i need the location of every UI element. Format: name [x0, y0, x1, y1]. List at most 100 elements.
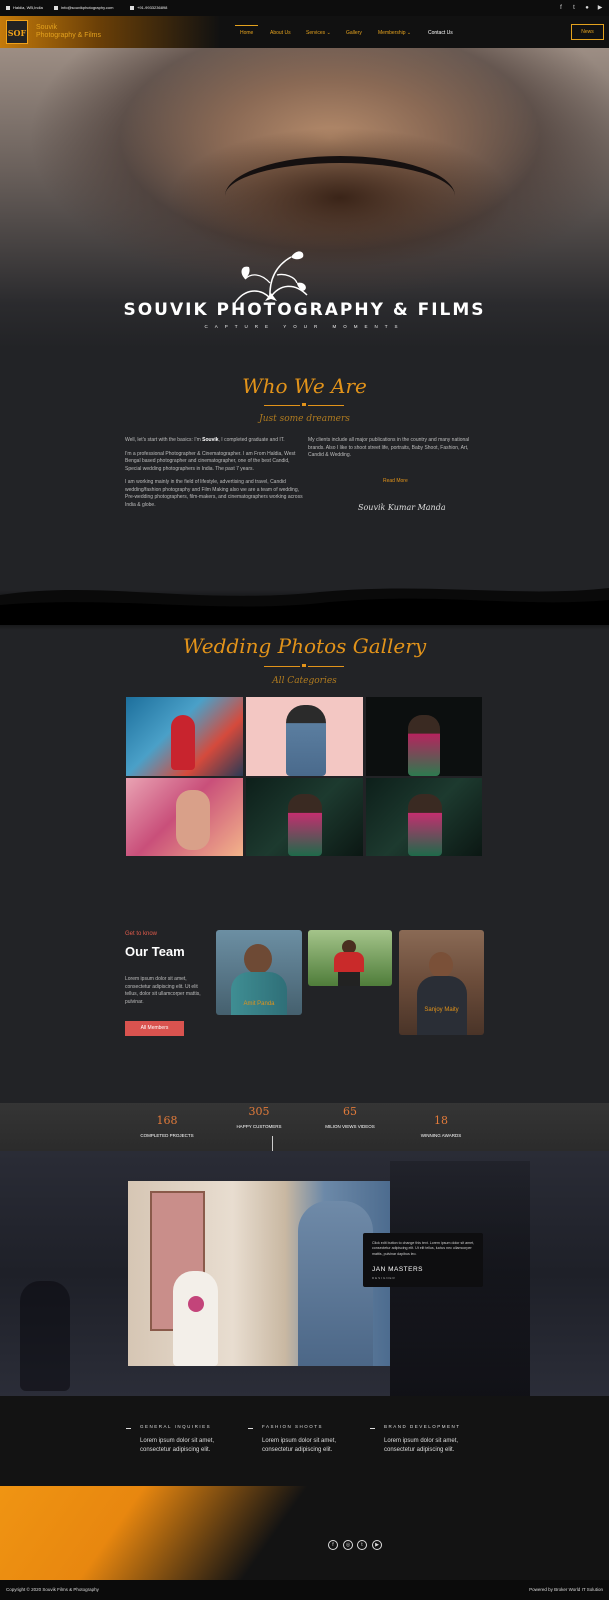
footer-heading-brand: BRAND DEVELOPMENT — [384, 1424, 461, 1429]
counter-customers-label: HAPPY CUSTOMERS — [236, 1124, 282, 1129]
team-member-card[interactable] — [308, 930, 392, 986]
gallery-photo-2[interactable] — [246, 697, 363, 776]
github-icon[interactable]: ● — [582, 3, 592, 13]
footer-dash — [370, 1428, 375, 1429]
facebook-icon[interactable]: f — [556, 3, 566, 13]
all-members-button[interactable]: All Members — [125, 1021, 184, 1036]
photo-subject — [176, 790, 210, 850]
twitter-icon[interactable]: t — [569, 3, 579, 13]
top-bar: Haldia, WB,India info@souvikphotography.… — [0, 0, 609, 16]
photo-subject — [408, 715, 440, 776]
team-member-name: Sanjoy Maity — [424, 1007, 459, 1013]
counter-projects-label: COMPLETED PROJECTS — [140, 1133, 194, 1138]
floral-emblem-icon — [234, 251, 308, 304]
gallery-photo-4[interactable] — [126, 778, 243, 856]
twitter-icon[interactable]: t — [357, 1540, 367, 1550]
wave-shape — [0, 588, 609, 625]
youtube-icon[interactable]: ▶ — [372, 1540, 382, 1550]
counter-views-label: MILION VIEWS VIDEOS — [325, 1124, 375, 1129]
brand-name[interactable]: Souvik Photography & Films — [36, 24, 126, 40]
about-subheading: Just some dreamers — [259, 414, 350, 424]
team-text: Lorem ipsum dolor sit amet, consectetur … — [125, 976, 201, 1005]
footer-dash — [126, 1428, 131, 1429]
photo-subject — [288, 794, 322, 856]
team-member-card[interactable]: Sanjoy Maity — [399, 930, 484, 1035]
phone-text[interactable]: +91-9933236898 — [137, 5, 167, 10]
footer-text-fashion: Lorem ipsum dolor sit amet, consectetur … — [262, 1438, 337, 1453]
nav-gallery[interactable]: Gallery — [346, 30, 362, 36]
phone-info[interactable]: +91-9933236898 — [130, 5, 167, 10]
testimonial-name: JAN MASTERS — [372, 1266, 424, 1273]
about-heading: Who We Are — [242, 374, 367, 398]
location-info: Haldia, WB,India — [6, 5, 43, 10]
page: Haldia, WB,India info@souvikphotography.… — [0, 0, 609, 1600]
nav-membership[interactable]: Membership ⌄ — [378, 30, 411, 36]
site-header: SOF Souvik Photography & Films Home Abou… — [0, 16, 609, 48]
footer-heading-inquiries: GENERAL INQUIRIES — [140, 1424, 212, 1429]
member-pants — [338, 972, 360, 986]
about-divider-left — [264, 405, 300, 406]
dancer-silhouette — [20, 1281, 70, 1391]
gallery-photo-6[interactable] — [366, 778, 482, 856]
about-name: Souvik — [202, 437, 219, 443]
photo-subject — [171, 715, 195, 770]
gallery-heading: Wedding Photos Gallery — [182, 634, 427, 658]
member-shirt — [334, 952, 364, 972]
counter-projects-value: 168 — [156, 1114, 178, 1127]
brand-line-1: Souvik — [36, 24, 58, 31]
team-heading: Our Team — [125, 944, 185, 959]
hero-subtitle: CAPTURE YOUR MOMENTS — [204, 324, 405, 329]
nav-about[interactable]: About Us — [270, 30, 291, 36]
member-shirt — [417, 976, 467, 1035]
gallery-photo-1[interactable] — [126, 697, 243, 776]
about-para-1-prefix: Well, let's start with the basics: I'm — [125, 437, 203, 443]
testimonial-role: DESIGNER — [372, 1276, 396, 1280]
bouquet — [188, 1296, 204, 1312]
youtube-icon[interactable]: ▶ — [595, 3, 605, 13]
nav-contact[interactable]: Contact Us — [428, 30, 453, 36]
powered-by-text[interactable]: Powered by Broker World IT Solution — [529, 1587, 603, 1592]
location-text: Haldia, WB,India — [13, 5, 43, 10]
email-icon — [54, 5, 58, 10]
gallery-subheading: All Categories — [272, 676, 337, 686]
site-logo[interactable]: SOF — [6, 20, 28, 44]
team-member-card[interactable]: Amit Panda — [216, 930, 302, 1015]
team-member-name: Amit Panda — [243, 1001, 275, 1007]
gallery-divider-dot — [302, 664, 306, 667]
nav-home[interactable]: Home — [240, 30, 253, 36]
news-button[interactable]: News — [571, 24, 604, 40]
member-head — [429, 952, 453, 978]
hero-banner: SOUVIK PHOTOGRAPHY & FILMS CAPTURE YOUR … — [0, 48, 609, 348]
counter-awards-label: WINNING AWARDS — [420, 1133, 462, 1138]
footer-info: GENERAL INQUIRIES Lorem ipsum dolor sit … — [0, 1396, 609, 1486]
gallery-photo-5[interactable] — [246, 778, 363, 856]
photo-subject — [286, 705, 326, 776]
email-text[interactable]: info@souvikphotography.com — [61, 5, 113, 10]
about-column-right: My clients include all major publication… — [308, 437, 483, 460]
about-para-1: Well, let's start with the basics: I'm S… — [125, 437, 305, 445]
testimonial-text: Click edit button to change this text. L… — [372, 1241, 475, 1256]
instagram-icon[interactable]: ◎ — [343, 1540, 353, 1550]
about-divider-right — [308, 405, 344, 406]
footer-dash — [248, 1428, 253, 1429]
counter-views-value: 65 — [343, 1105, 357, 1118]
footer-social-band: f ◎ t ▶ — [0, 1486, 609, 1580]
hero-eye-image — [225, 156, 455, 236]
copyright-bar: Copyright © 2020 Souvik Films & Photogra… — [0, 1580, 609, 1600]
hero-title: SOUVIK PHOTOGRAPHY & FILMS — [123, 300, 486, 320]
gallery-divider-left — [264, 666, 300, 667]
studio-photo — [128, 1181, 390, 1366]
about-para-3: I am working mainly in the field of life… — [125, 479, 303, 508]
signature: Souvik Kumar Manda — [358, 503, 446, 512]
nav-membership-label: Membership — [378, 30, 406, 36]
orange-gradient — [0, 1486, 360, 1580]
read-more-link[interactable]: Read More — [383, 478, 408, 484]
location-icon — [6, 5, 10, 10]
nav-services[interactable]: Services ⌄ — [306, 30, 331, 36]
phone-icon — [130, 5, 134, 10]
email-info[interactable]: info@souvikphotography.com — [54, 5, 113, 10]
nav-services-label: Services — [306, 30, 326, 36]
testimonial-card: Click edit button to change this text. L… — [363, 1233, 483, 1287]
gallery-photo-3[interactable] — [366, 697, 482, 776]
facebook-icon[interactable]: f — [328, 1540, 338, 1550]
